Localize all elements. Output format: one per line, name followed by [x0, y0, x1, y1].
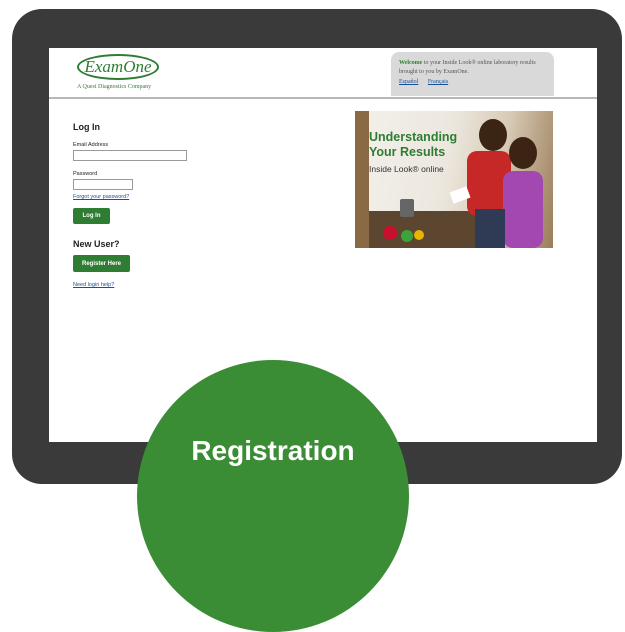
register-button[interactable]: Register Here	[73, 255, 130, 272]
badge-text: Registration	[191, 435, 355, 466]
registration-badge: Registration	[137, 360, 409, 632]
language-link-francais[interactable]: Français	[428, 79, 448, 85]
email-field[interactable]	[73, 150, 187, 161]
welcome-bold: Welcome	[399, 60, 423, 66]
header-divider	[49, 97, 597, 99]
promo-title-line2: Your Results	[369, 145, 446, 159]
login-help-link[interactable]: Need login help?	[73, 282, 293, 288]
language-links: Español Français	[399, 78, 546, 87]
promo-banner[interactable]: Understanding Your Results Inside Look® …	[355, 111, 553, 248]
site-header: ExamOne A Quest Diagnostics Company Welc…	[49, 48, 597, 98]
password-field[interactable]	[73, 179, 133, 190]
forgot-password-link[interactable]: Forgot your password?	[73, 194, 293, 200]
login-heading: Log In	[73, 122, 100, 132]
login-button[interactable]: Log In	[73, 208, 110, 224]
promo-title-line1: Understanding	[369, 130, 458, 144]
promo-title: Understanding Your Results	[369, 130, 457, 160]
password-label: Password	[73, 171, 98, 177]
welcome-panel: Welcome to your Inside Look® online labo…	[391, 52, 554, 96]
logo-tagline: A Quest Diagnostics Company	[77, 84, 152, 90]
language-link-espanol[interactable]: Español	[399, 79, 418, 85]
logo-text: ExamOne	[84, 57, 152, 76]
email-label: Email Address	[73, 142, 109, 148]
new-user-heading: New User?	[73, 239, 120, 249]
promo-subtitle: Inside Look® online	[369, 164, 444, 174]
logo-mark: ExamOne	[77, 54, 159, 80]
login-form: Log In Email Address Password Forgot you…	[73, 122, 293, 288]
examone-logo[interactable]: ExamOne A Quest Diagnostics Company	[77, 54, 159, 90]
